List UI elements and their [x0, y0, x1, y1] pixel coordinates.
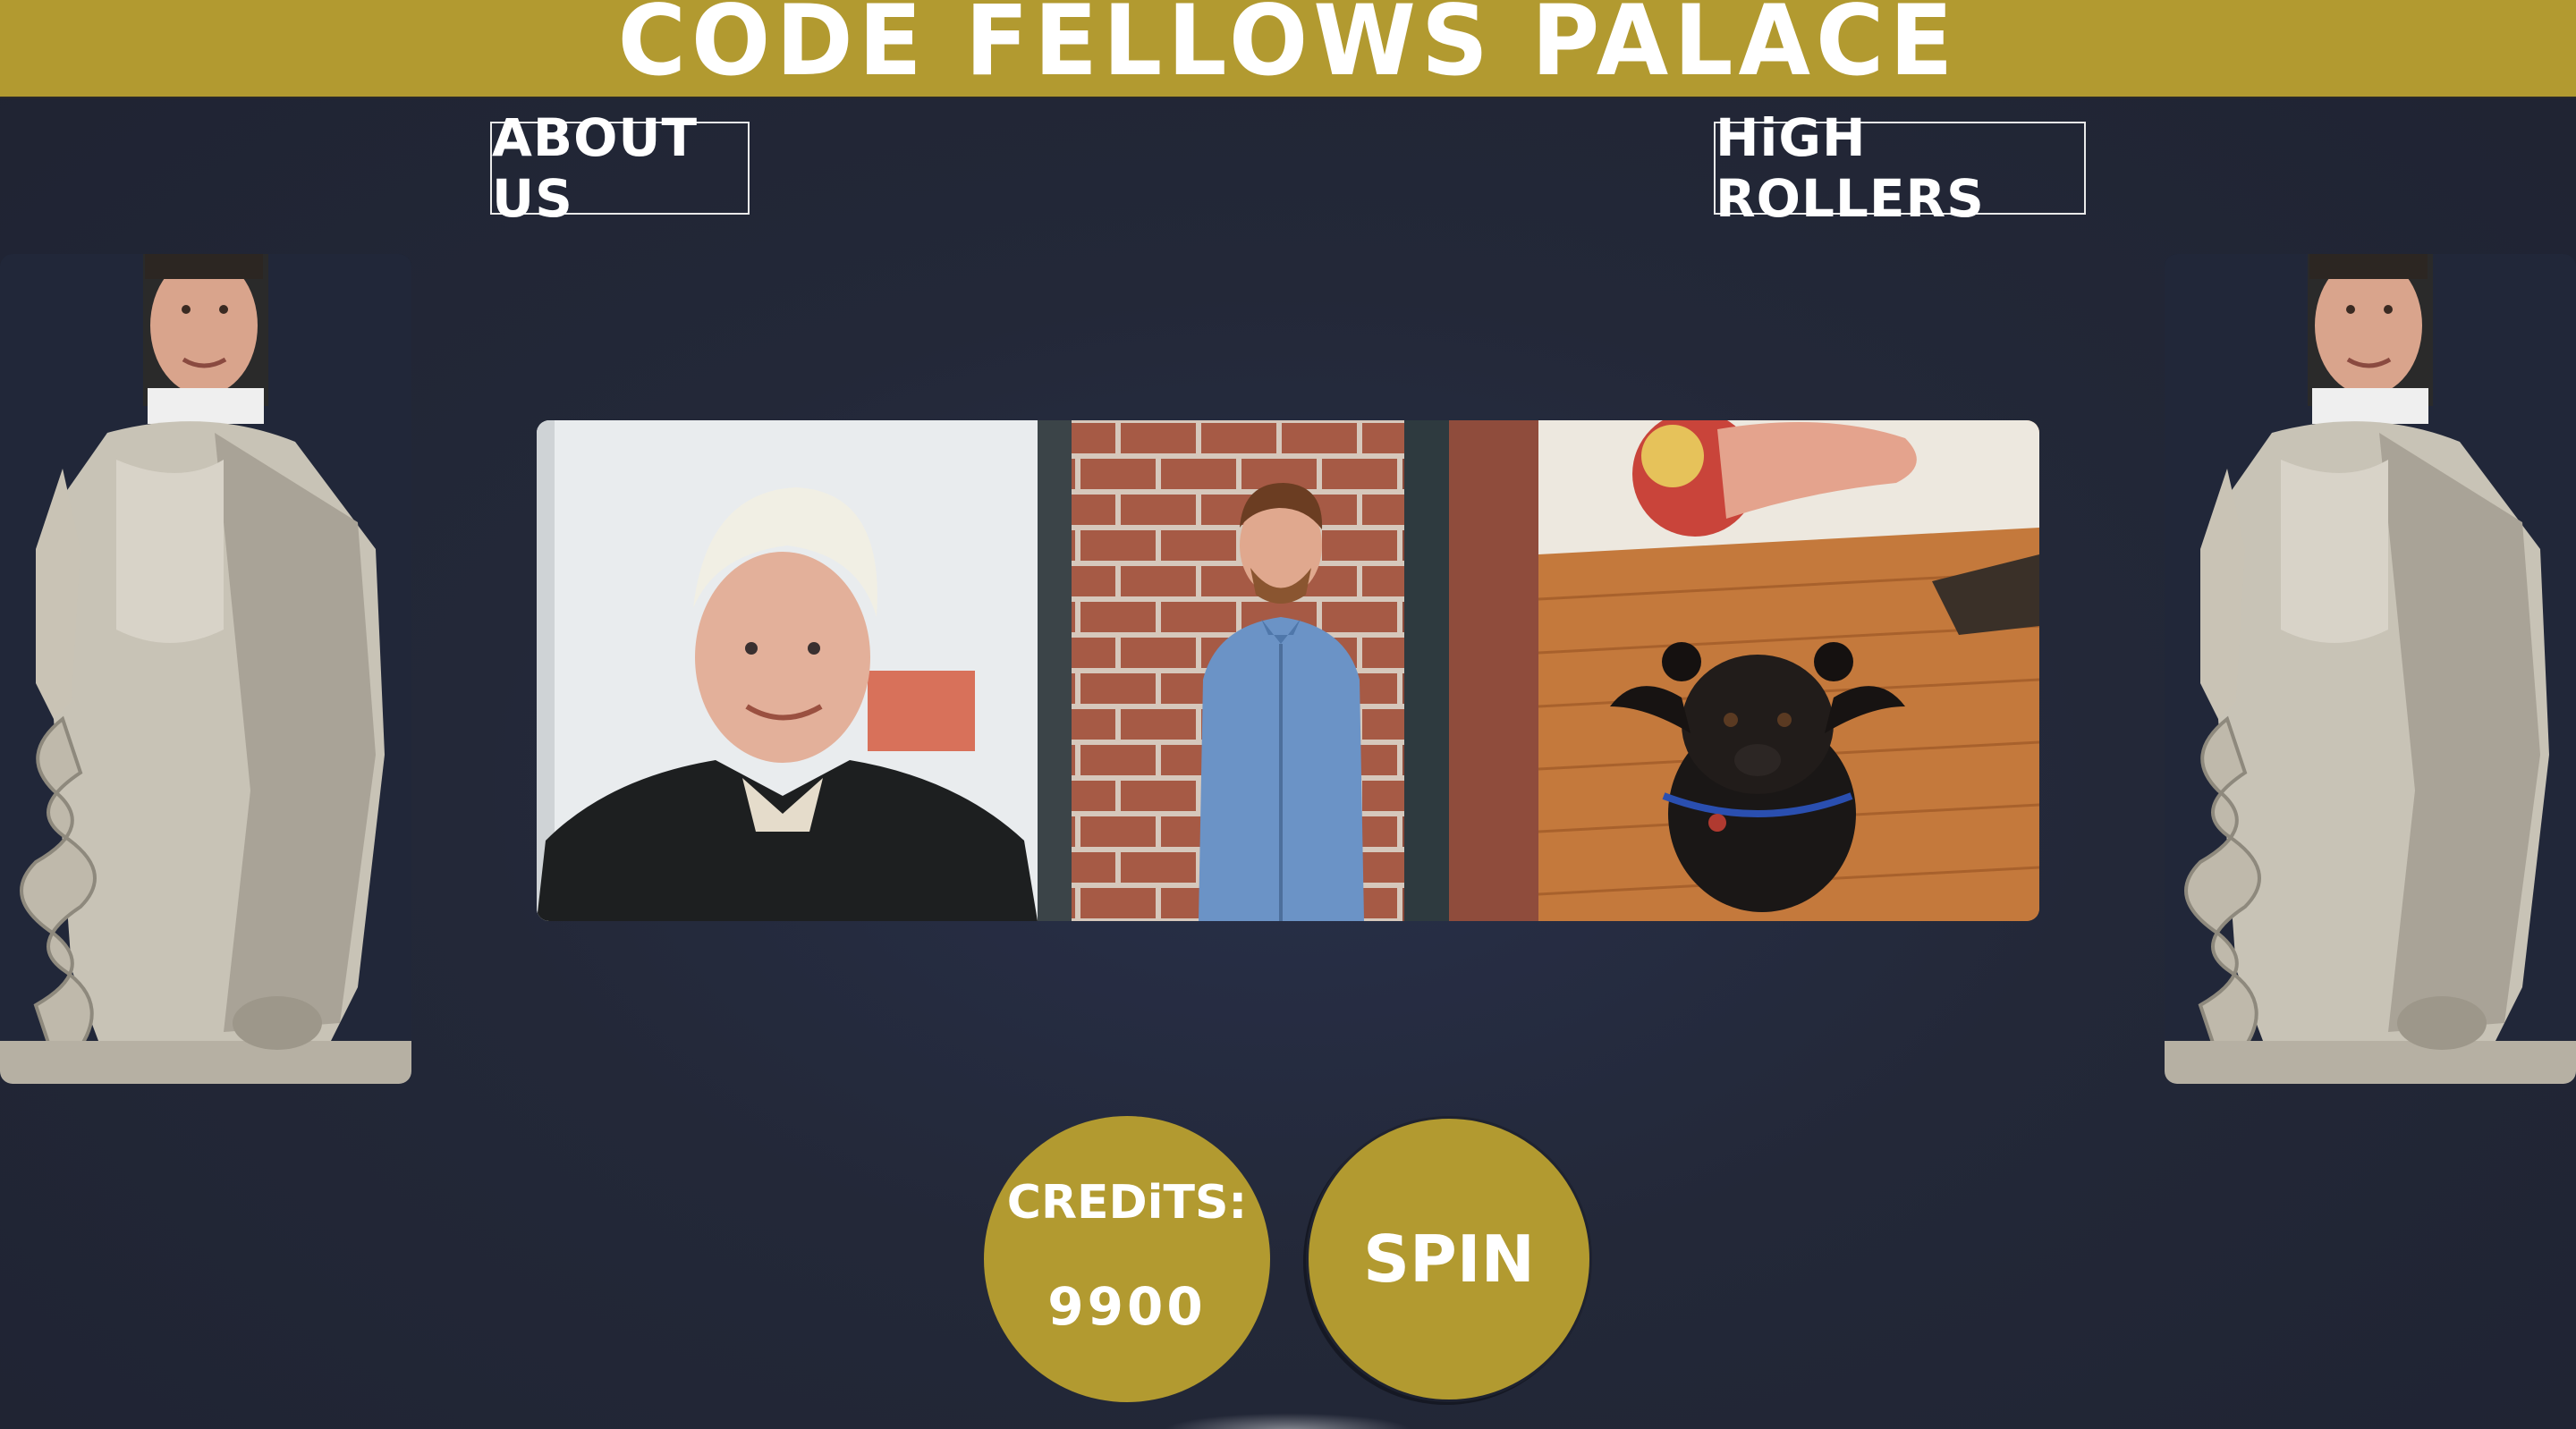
reel-2-image	[1038, 420, 1538, 921]
spin-label: SPIN	[1363, 1222, 1535, 1297]
site-header: CODE FELLOWS PALACE	[0, 0, 2576, 98]
reel-3-image	[1538, 420, 2039, 921]
spin-button[interactable]: SPIN	[1306, 1116, 1592, 1402]
credits-value: 9900	[1047, 1276, 1207, 1337]
statue-image-left	[0, 254, 411, 1084]
bottom-glow	[1163, 1413, 1413, 1429]
credits-display: CREDiTS: 9900	[984, 1116, 1270, 1402]
slot-reels	[537, 420, 2039, 921]
high-rollers-button[interactable]: HiGH ROLLERS	[1714, 107, 2086, 229]
reel-1-image	[537, 420, 1038, 921]
statue-image-right	[2165, 254, 2576, 1084]
site-title: CODE FELLOWS PALACE	[617, 0, 1959, 98]
about-us-button[interactable]: ABOUT US	[490, 107, 750, 229]
credits-label: CREDiTS:	[1006, 1176, 1248, 1230]
